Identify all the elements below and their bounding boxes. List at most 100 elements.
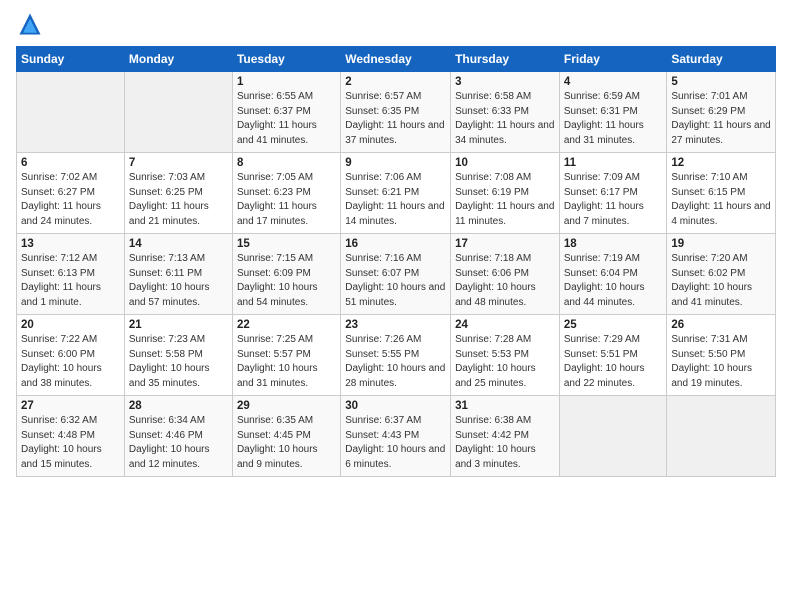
header (16, 10, 776, 38)
day-info: Sunrise: 7:18 AM Sunset: 6:06 PM Dayligh… (455, 252, 555, 310)
day-number: 23 (345, 319, 446, 331)
day-number: 4 (564, 76, 663, 88)
day-info: Sunrise: 6:58 AM Sunset: 6:33 PM Dayligh… (455, 90, 555, 148)
calendar-cell: 5Sunrise: 7:01 AM Sunset: 6:29 PM Daylig… (667, 72, 776, 153)
day-info: Sunrise: 6:34 AM Sunset: 4:46 PM Dayligh… (129, 414, 228, 472)
day-number: 18 (564, 238, 663, 250)
day-info: Sunrise: 7:22 AM Sunset: 6:00 PM Dayligh… (21, 333, 120, 391)
day-number: 13 (21, 238, 120, 250)
day-number: 17 (455, 238, 555, 250)
calendar-cell: 19 Sunrise: 7:20 AM Sunset: 6:02 PM Dayli… (667, 234, 776, 315)
page: SundayMondayTuesdayWednesdayThursdayFrid… (0, 0, 792, 612)
calendar-week-row: 27 Sunrise: 6:32 AM Sunset: 4:48 PM Dayli… (17, 396, 776, 477)
day-number: 31 (455, 400, 555, 412)
day-number: 19 (671, 238, 771, 250)
day-number: 8 (237, 157, 336, 169)
calendar-cell: 25Sunrise: 7:29 AM Sunset: 5:51 PM Dayli… (559, 315, 667, 396)
calendar-table: SundayMondayTuesdayWednesdayThursdayFrid… (16, 46, 776, 477)
calendar-cell: 1 Sunrise: 6:55 AM Sunset: 6:37 PM Daylig… (232, 72, 340, 153)
day-info: Sunrise: 7:06 AM Sunset: 6:21 PM Dayligh… (345, 171, 446, 229)
day-info: Sunrise: 6:37 AM Sunset: 4:43 PM Dayligh… (345, 414, 446, 472)
day-info: Sunrise: 7:26 AM Sunset: 5:55 PM Dayligh… (345, 333, 446, 391)
calendar-header-row: SundayMondayTuesdayWednesdayThursdayFrid… (17, 47, 776, 72)
day-info: Sunrise: 7:15 AM Sunset: 6:09 PM Dayligh… (237, 252, 336, 310)
calendar-cell: 26 Sunrise: 7:31 AM Sunset: 5:50 PM Dayli… (667, 315, 776, 396)
calendar-cell: 23 Sunrise: 7:26 AM Sunset: 5:55 PM Dayli… (341, 315, 451, 396)
calendar-cell: 9 Sunrise: 7:06 AM Sunset: 6:21 PM Daylig… (341, 153, 451, 234)
day-number: 6 (21, 157, 120, 169)
day-info: Sunrise: 7:31 AM Sunset: 5:50 PM Dayligh… (671, 333, 771, 391)
calendar-cell: 17 Sunrise: 7:18 AM Sunset: 6:06 PM Dayli… (451, 234, 560, 315)
day-number: 1 (237, 76, 336, 88)
calendar-cell: 18 Sunrise: 7:19 AM Sunset: 6:04 PM Dayli… (559, 234, 667, 315)
day-number: 28 (129, 400, 228, 412)
calendar-cell: 29 Sunrise: 6:35 AM Sunset: 4:45 PM Dayli… (232, 396, 340, 477)
day-number: 20 (21, 319, 120, 331)
calendar-cell: 8 Sunrise: 7:05 AM Sunset: 6:23 PM Daylig… (232, 153, 340, 234)
calendar-cell: 28 Sunrise: 6:34 AM Sunset: 4:46 PM Dayli… (124, 396, 232, 477)
day-number: 11 (564, 157, 663, 169)
day-info: Sunrise: 7:29 AM Sunset: 5:51 PM Dayligh… (564, 333, 663, 391)
calendar-cell (124, 72, 232, 153)
day-number: 12 (671, 157, 771, 169)
calendar-cell: 30 Sunrise: 6:37 AM Sunset: 4:43 PM Dayli… (341, 396, 451, 477)
day-number: 14 (129, 238, 228, 250)
calendar-cell: 22Sunrise: 7:25 AM Sunset: 5:57 PM Dayli… (232, 315, 340, 396)
calendar-header-monday: Monday (124, 47, 232, 72)
day-info: Sunrise: 7:25 AM Sunset: 5:57 PM Dayligh… (237, 333, 336, 391)
day-number: 3 (455, 76, 555, 88)
calendar-cell: 16Sunrise: 7:16 AM Sunset: 6:07 PM Dayli… (341, 234, 451, 315)
day-number: 24 (455, 319, 555, 331)
calendar-cell: 6 Sunrise: 7:02 AM Sunset: 6:27 PM Daylig… (17, 153, 125, 234)
day-number: 16 (345, 238, 446, 250)
calendar-header-sunday: Sunday (17, 47, 125, 72)
day-info: Sunrise: 6:59 AM Sunset: 6:31 PM Dayligh… (564, 90, 663, 148)
day-number: 9 (345, 157, 446, 169)
day-info: Sunrise: 7:09 AM Sunset: 6:17 PM Dayligh… (564, 171, 663, 229)
calendar-cell: 21 Sunrise: 7:23 AM Sunset: 5:58 PM Dayli… (124, 315, 232, 396)
day-info: Sunrise: 7:03 AM Sunset: 6:25 PM Dayligh… (129, 171, 228, 229)
day-number: 30 (345, 400, 446, 412)
day-number: 5 (671, 76, 771, 88)
calendar-cell: 13 Sunrise: 7:12 AM Sunset: 6:13 PM Dayli… (17, 234, 125, 315)
day-info: Sunrise: 6:32 AM Sunset: 4:48 PM Dayligh… (21, 414, 120, 472)
calendar-cell (17, 72, 125, 153)
calendar-cell: 15Sunrise: 7:15 AM Sunset: 6:09 PM Dayli… (232, 234, 340, 315)
calendar-week-row: 1 Sunrise: 6:55 AM Sunset: 6:37 PM Daylig… (17, 72, 776, 153)
calendar-cell: 27 Sunrise: 6:32 AM Sunset: 4:48 PM Dayli… (17, 396, 125, 477)
day-info: Sunrise: 7:02 AM Sunset: 6:27 PM Dayligh… (21, 171, 120, 229)
day-number: 27 (21, 400, 120, 412)
day-info: Sunrise: 7:10 AM Sunset: 6:15 PM Dayligh… (671, 171, 771, 229)
day-info: Sunrise: 7:23 AM Sunset: 5:58 PM Dayligh… (129, 333, 228, 391)
calendar-cell: 31 Sunrise: 6:38 AM Sunset: 4:42 PM Dayli… (451, 396, 560, 477)
day-number: 10 (455, 157, 555, 169)
day-info: Sunrise: 6:55 AM Sunset: 6:37 PM Dayligh… (237, 90, 336, 148)
calendar-cell: 4 Sunrise: 6:59 AM Sunset: 6:31 PM Daylig… (559, 72, 667, 153)
calendar-cell (667, 396, 776, 477)
calendar-cell: 24 Sunrise: 7:28 AM Sunset: 5:53 PM Dayli… (451, 315, 560, 396)
day-info: Sunrise: 6:38 AM Sunset: 4:42 PM Dayligh… (455, 414, 555, 472)
calendar-cell: 3 Sunrise: 6:58 AM Sunset: 6:33 PM Daylig… (451, 72, 560, 153)
calendar-cell (559, 396, 667, 477)
day-info: Sunrise: 7:05 AM Sunset: 6:23 PM Dayligh… (237, 171, 336, 229)
calendar-cell: 10Sunrise: 7:08 AM Sunset: 6:19 PM Dayli… (451, 153, 560, 234)
day-number: 29 (237, 400, 336, 412)
day-number: 21 (129, 319, 228, 331)
calendar-header-tuesday: Tuesday (232, 47, 340, 72)
day-info: Sunrise: 6:57 AM Sunset: 6:35 PM Dayligh… (345, 90, 446, 148)
day-info: Sunrise: 7:20 AM Sunset: 6:02 PM Dayligh… (671, 252, 771, 310)
day-info: Sunrise: 7:12 AM Sunset: 6:13 PM Dayligh… (21, 252, 120, 310)
calendar-week-row: 6 Sunrise: 7:02 AM Sunset: 6:27 PM Daylig… (17, 153, 776, 234)
logo (16, 10, 48, 38)
day-number: 2 (345, 76, 446, 88)
calendar-week-row: 20 Sunrise: 7:22 AM Sunset: 6:00 PM Dayli… (17, 315, 776, 396)
calendar-cell: 20 Sunrise: 7:22 AM Sunset: 6:00 PM Dayli… (17, 315, 125, 396)
calendar-week-row: 13 Sunrise: 7:12 AM Sunset: 6:13 PM Dayli… (17, 234, 776, 315)
calendar-cell: 2 Sunrise: 6:57 AM Sunset: 6:35 PM Daylig… (341, 72, 451, 153)
calendar-cell: 7Sunrise: 7:03 AM Sunset: 6:25 PM Daylig… (124, 153, 232, 234)
day-info: Sunrise: 7:19 AM Sunset: 6:04 PM Dayligh… (564, 252, 663, 310)
day-info: Sunrise: 6:35 AM Sunset: 4:45 PM Dayligh… (237, 414, 336, 472)
day-info: Sunrise: 7:13 AM Sunset: 6:11 PM Dayligh… (129, 252, 228, 310)
day-number: 26 (671, 319, 771, 331)
day-info: Sunrise: 7:28 AM Sunset: 5:53 PM Dayligh… (455, 333, 555, 391)
